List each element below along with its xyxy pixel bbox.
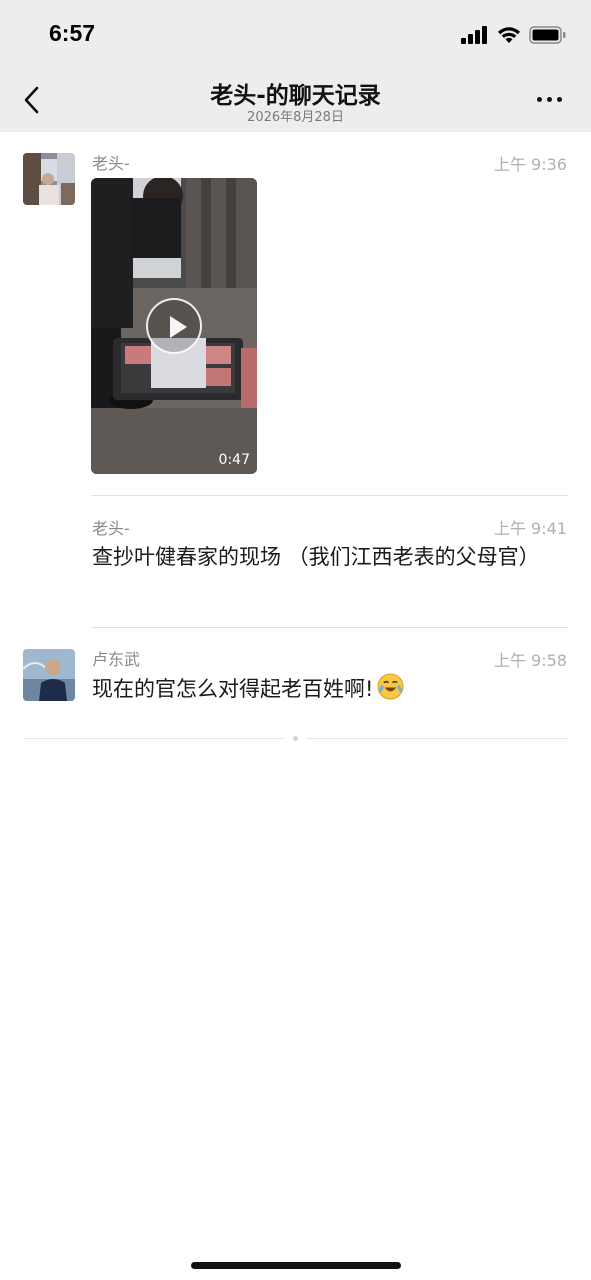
message-text: 查抄叶健春家的现场 （我们江西老表的父母官） [92, 545, 540, 569]
avatar-lu-dongwu[interactable] [23, 649, 75, 701]
avatar-laotou[interactable] [23, 153, 75, 205]
end-divider-right [306, 738, 568, 739]
chat-history-page: 6:57 老头-的聊天记录 2026年8月28日 老头- 上午 9:36 0:4… [0, 0, 591, 1280]
sender-name: 老头- [92, 519, 130, 538]
message-text: 现在的官怎么对得起老百姓啊! [92, 677, 374, 701]
message-time: 上午 9:58 [493, 651, 567, 670]
chat-date: 2026年8月28日 [247, 110, 344, 125]
sender-name: 老头- [92, 154, 130, 173]
battery-icon [529, 26, 566, 44]
message-divider [91, 627, 568, 628]
message-text-row: 现在的官怎么对得起老百姓啊! [92, 672, 562, 706]
more-button[interactable] [537, 94, 567, 104]
message-time: 上午 9:36 [493, 155, 567, 174]
crying-laughing-emoji [377, 673, 404, 700]
home-indicator[interactable] [191, 1262, 401, 1269]
video-duration: 0:47 [218, 452, 250, 468]
end-divider-left [23, 738, 285, 739]
end-divider-dot [293, 736, 298, 741]
more-dots-icon [537, 96, 542, 102]
cellular-signal-icon [461, 26, 487, 44]
status-time: 6:57 [49, 20, 96, 46]
video-message[interactable]: 0:47 [91, 178, 257, 474]
header: 6:57 老头-的聊天记录 2026年8月28日 [0, 0, 591, 132]
wifi-icon [498, 27, 520, 43]
play-button[interactable] [146, 298, 202, 354]
chat-history-title: 老头-的聊天记录 [210, 83, 381, 109]
message-time: 上午 9:41 [493, 519, 567, 538]
sender-name: 卢东武 [92, 650, 141, 669]
status-icons [461, 26, 567, 44]
message-divider [91, 495, 568, 496]
